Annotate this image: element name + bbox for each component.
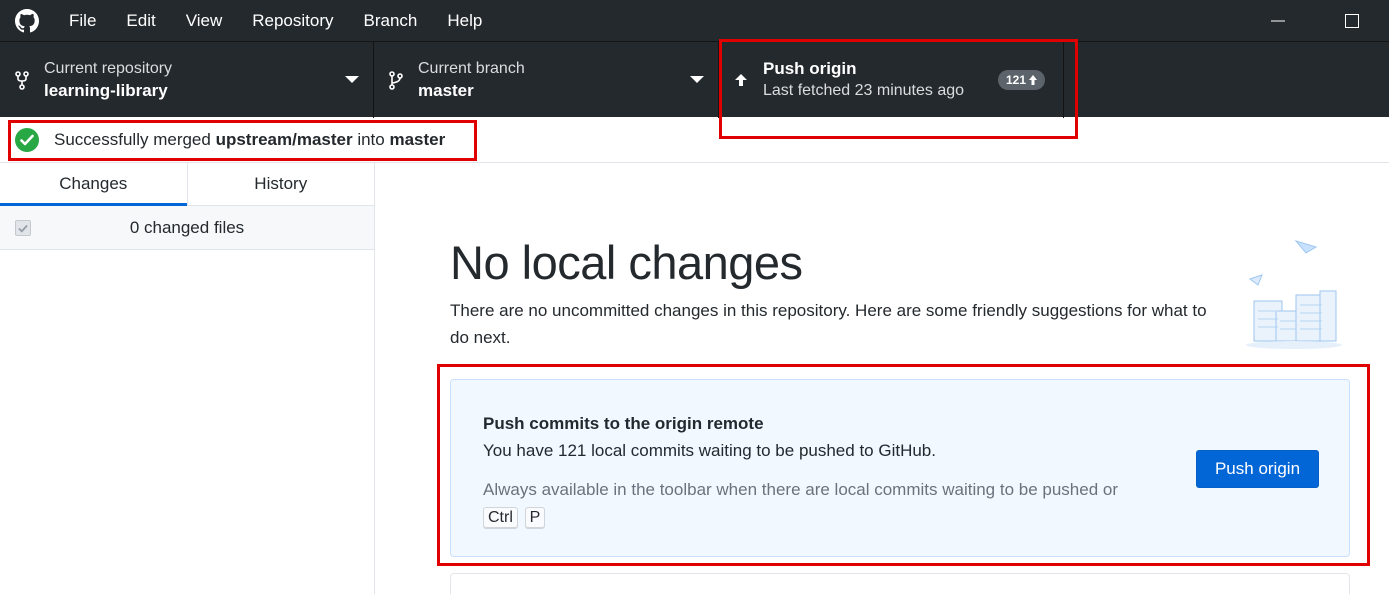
- maximize-icon[interactable]: [1315, 0, 1389, 41]
- tab-changes[interactable]: Changes: [0, 163, 187, 206]
- menu-help[interactable]: Help: [432, 0, 497, 41]
- branch-name: master: [418, 81, 474, 100]
- github-logo-icon: [0, 0, 54, 41]
- merge-target-branch: master: [389, 129, 446, 149]
- commits-ahead-badge: 121: [998, 70, 1046, 90]
- repository-description: Current repository: [44, 60, 173, 77]
- push-origin-button[interactable]: Push origin: [1196, 450, 1319, 488]
- chevron-down-icon: [690, 76, 704, 83]
- select-all-checkbox[interactable]: [15, 220, 31, 236]
- branch-description: Current branch: [418, 60, 525, 77]
- repo-fork-icon: [0, 70, 44, 90]
- chevron-down-icon: [345, 76, 359, 83]
- merge-message-middle: into: [352, 129, 390, 149]
- empty-state-illustration: [1236, 233, 1346, 353]
- changed-files-header: 0 changed files: [0, 206, 374, 250]
- menu-file[interactable]: File: [54, 0, 111, 41]
- minimize-icon[interactable]: [1241, 0, 1315, 41]
- page-subtitle: There are no uncommitted changes in this…: [450, 301, 1207, 347]
- shortcut-key-ctrl: Ctrl: [483, 507, 518, 529]
- push-origin-toolbar-button[interactable]: Push origin Last fetched 23 minutes ago …: [719, 42, 1064, 118]
- menu-edit[interactable]: Edit: [111, 0, 170, 41]
- repository-name: learning-library: [44, 81, 168, 100]
- arrow-up-icon: [719, 72, 763, 88]
- page-title: No local changes: [450, 236, 803, 289]
- next-suggestion-card: [450, 573, 1350, 594]
- window-controls: [1241, 0, 1389, 41]
- merge-source-branch: upstream/master: [215, 129, 353, 149]
- push-origin-title: Push origin: [763, 59, 857, 78]
- check-circle-icon: [15, 127, 39, 152]
- suggestion-description: You have 121 local commits waiting to be…: [483, 441, 936, 460]
- tab-history[interactable]: History: [186, 163, 375, 205]
- merge-message-prefix: Successfully merged: [54, 129, 216, 149]
- suggestion-hint: Always available in the toolbar when the…: [483, 476, 1183, 530]
- suggestion-hint-text: Always available in the toolbar when the…: [483, 480, 1119, 499]
- commits-ahead-count: 121: [1006, 73, 1027, 87]
- changed-files-count: 0 changed files: [129, 217, 245, 237]
- branch-icon: [374, 70, 418, 90]
- arrow-up-icon: [1029, 75, 1038, 85]
- menu-view[interactable]: View: [171, 0, 238, 41]
- menu-bar: File Edit View Repository Branch Help: [0, 0, 1389, 41]
- menu-branch[interactable]: Branch: [349, 0, 433, 41]
- shortcut-key-p: P: [524, 507, 546, 529]
- current-branch-button[interactable]: Current branch master: [374, 42, 719, 118]
- current-repository-button[interactable]: Current repository learning-library: [0, 42, 374, 118]
- checkmark-icon: [18, 224, 28, 233]
- main-content: No local changes There are no uncommitte…: [376, 163, 1389, 594]
- sidebar-tabs: Changes History: [0, 163, 374, 206]
- last-fetched-text: Last fetched 23 minutes ago: [763, 82, 965, 99]
- menu-repository[interactable]: Repository: [237, 0, 348, 41]
- suggestion-title: Push commits to the origin remote: [483, 414, 764, 433]
- sidebar: Changes History 0 changed files: [0, 163, 375, 594]
- merge-message: Successfully merged upstream/master into…: [54, 130, 445, 150]
- toolbar: Current repository learning-library Curr…: [0, 41, 1389, 118]
- push-suggestion-card: Push commits to the origin remote You ha…: [450, 379, 1350, 557]
- merge-success-banner: Successfully merged upstream/master into…: [0, 117, 1389, 163]
